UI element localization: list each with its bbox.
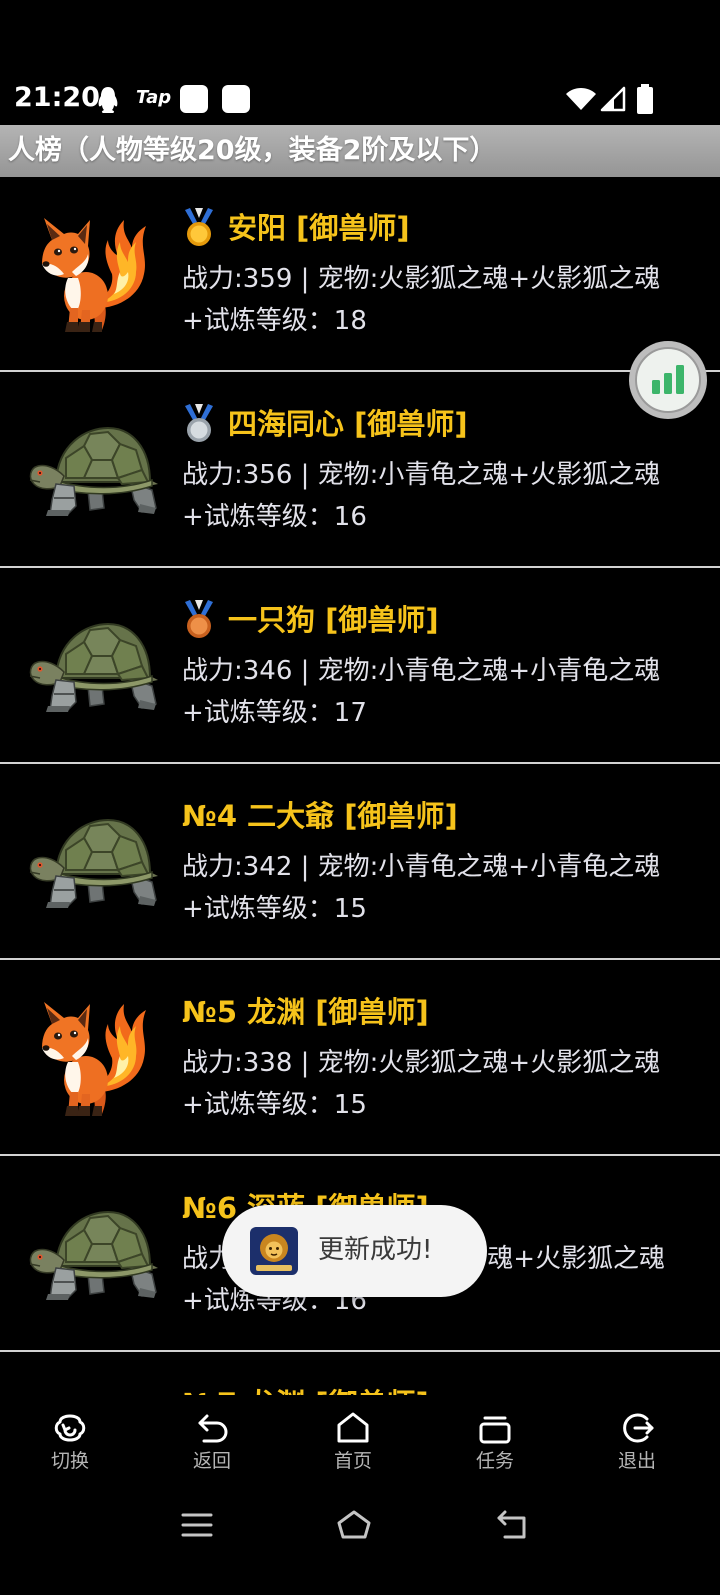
player-trial-level: +试炼等级：17	[182, 698, 367, 728]
ranking-header: 人榜（人物等级20级，装备2阶及以下）	[0, 125, 720, 177]
floating-stats-button[interactable]	[628, 340, 708, 420]
turtle-pet-image	[28, 426, 160, 518]
ranking-row[interactable]: №5 龙渊 [御兽师] 战力:338 | 宠物:火影狐之魂+火影狐之魂 +试炼等…	[0, 960, 720, 1156]
player-title: №4 二大爺 [御兽师]	[182, 799, 458, 833]
system-nav-bar	[0, 1500, 720, 1560]
nav-label-switch: 切换	[50, 1450, 89, 1472]
ranking-row[interactable]: 一只狗 [御兽师] 战力:346 | 宠物:小青龟之魂+小青龟之魂 +试炼等级：…	[0, 568, 720, 764]
player-stats: 战力:338 | 宠物:火影狐之魂+火影狐之魂	[182, 1048, 661, 1078]
player-title: №7 龙渊 [御兽师]	[182, 1386, 429, 1395]
back-arrow-icon	[198, 1414, 228, 1443]
exit-icon	[623, 1413, 654, 1443]
player-trial-level: +试炼等级：15	[182, 1090, 367, 1120]
player-trial-level: +试炼等级：15	[182, 894, 367, 924]
player-stats: 战力:346 | 宠物:小青龟之魂+小青龟之魂	[182, 656, 661, 686]
ranking-row[interactable]: №7 龙渊 [御兽师]	[0, 1352, 720, 1395]
nav-label-home: 首页	[333, 1450, 372, 1472]
tap-logo: Tap	[136, 87, 172, 108]
player-title: 一只狗 [御兽师]	[228, 603, 439, 637]
signal-icon	[600, 86, 626, 112]
wifi-icon	[566, 88, 596, 110]
toast-message: 更新成功!	[318, 1235, 433, 1265]
menu-icon[interactable]	[180, 1508, 214, 1542]
nav-label-task: 任务	[475, 1450, 514, 1472]
bottom-nav: 切换 返回 首页 任务 退出	[0, 1395, 720, 1495]
nav-back-button[interactable]: 返回	[152, 1395, 272, 1495]
ranking-row[interactable]: 安阳 [御兽师] 战力:359 | 宠物:火影狐之魂+火影狐之魂 +试炼等级：1…	[0, 176, 720, 372]
fox-pet-image	[42, 218, 146, 332]
nav-task-button[interactable]: 任务	[435, 1395, 555, 1495]
nav-home-button[interactable]: 首页	[293, 1395, 413, 1495]
ranking-row[interactable]: 四海同心 [御兽师] 战力:356 | 宠物:小青龟之魂+火影狐之魂 +试炼等级…	[0, 372, 720, 568]
ranking-row[interactable]: №4 二大爺 [御兽师] 战力:342 | 宠物:小青龟之魂+小青龟之魂 +试炼…	[0, 764, 720, 960]
player-stats: 战力:342 | 宠物:小青龟之魂+小青龟之魂	[182, 852, 661, 882]
switch-icon	[54, 1414, 86, 1442]
turtle-pet-image	[28, 1210, 160, 1302]
player-stats-end: 魂+火影狐之魂	[487, 1244, 665, 1274]
app-square-icon	[222, 85, 250, 113]
task-icon	[479, 1416, 511, 1444]
player-trial-level: +试炼等级：16	[182, 502, 367, 532]
app-square-icon	[180, 85, 208, 113]
nav-switch-button[interactable]: 切换	[10, 1395, 130, 1495]
nav-exit-button[interactable]: 退出	[577, 1395, 697, 1495]
status-time: 21:20	[14, 82, 100, 113]
page-title: 人榜（人物等级20级，装备2阶及以下）	[8, 135, 497, 166]
player-trial-level: +试炼等级：18	[182, 306, 367, 336]
silver-medal-icon	[185, 404, 213, 442]
home-icon	[337, 1412, 369, 1443]
player-stats: 战力:359 | 宠物:火影狐之魂+火影狐之魂	[182, 264, 661, 294]
bronze-medal-icon	[185, 600, 213, 638]
system-back-icon[interactable]	[495, 1508, 529, 1542]
game-app-icon	[250, 1227, 298, 1275]
qq-penguin-icon	[98, 87, 118, 113]
toast-notification: 更新成功!	[222, 1205, 487, 1297]
system-home-icon[interactable]	[336, 1508, 372, 1542]
turtle-pet-image	[28, 818, 160, 910]
fox-pet-image	[42, 1002, 146, 1116]
battery-icon	[637, 84, 653, 114]
turtle-pet-image	[28, 622, 160, 714]
player-title: №5 龙渊 [御兽师]	[182, 995, 429, 1029]
player-title: 四海同心 [御兽师]	[228, 407, 468, 441]
gold-medal-icon	[185, 208, 213, 246]
status-bar: 21:20 Tap	[0, 0, 720, 125]
player-title: 安阳 [御兽师]	[228, 211, 410, 245]
nav-label-exit: 退出	[617, 1450, 656, 1472]
player-stats: 战力:356 | 宠物:小青龟之魂+火影狐之魂	[182, 460, 661, 490]
nav-label-back: 返回	[192, 1450, 231, 1472]
